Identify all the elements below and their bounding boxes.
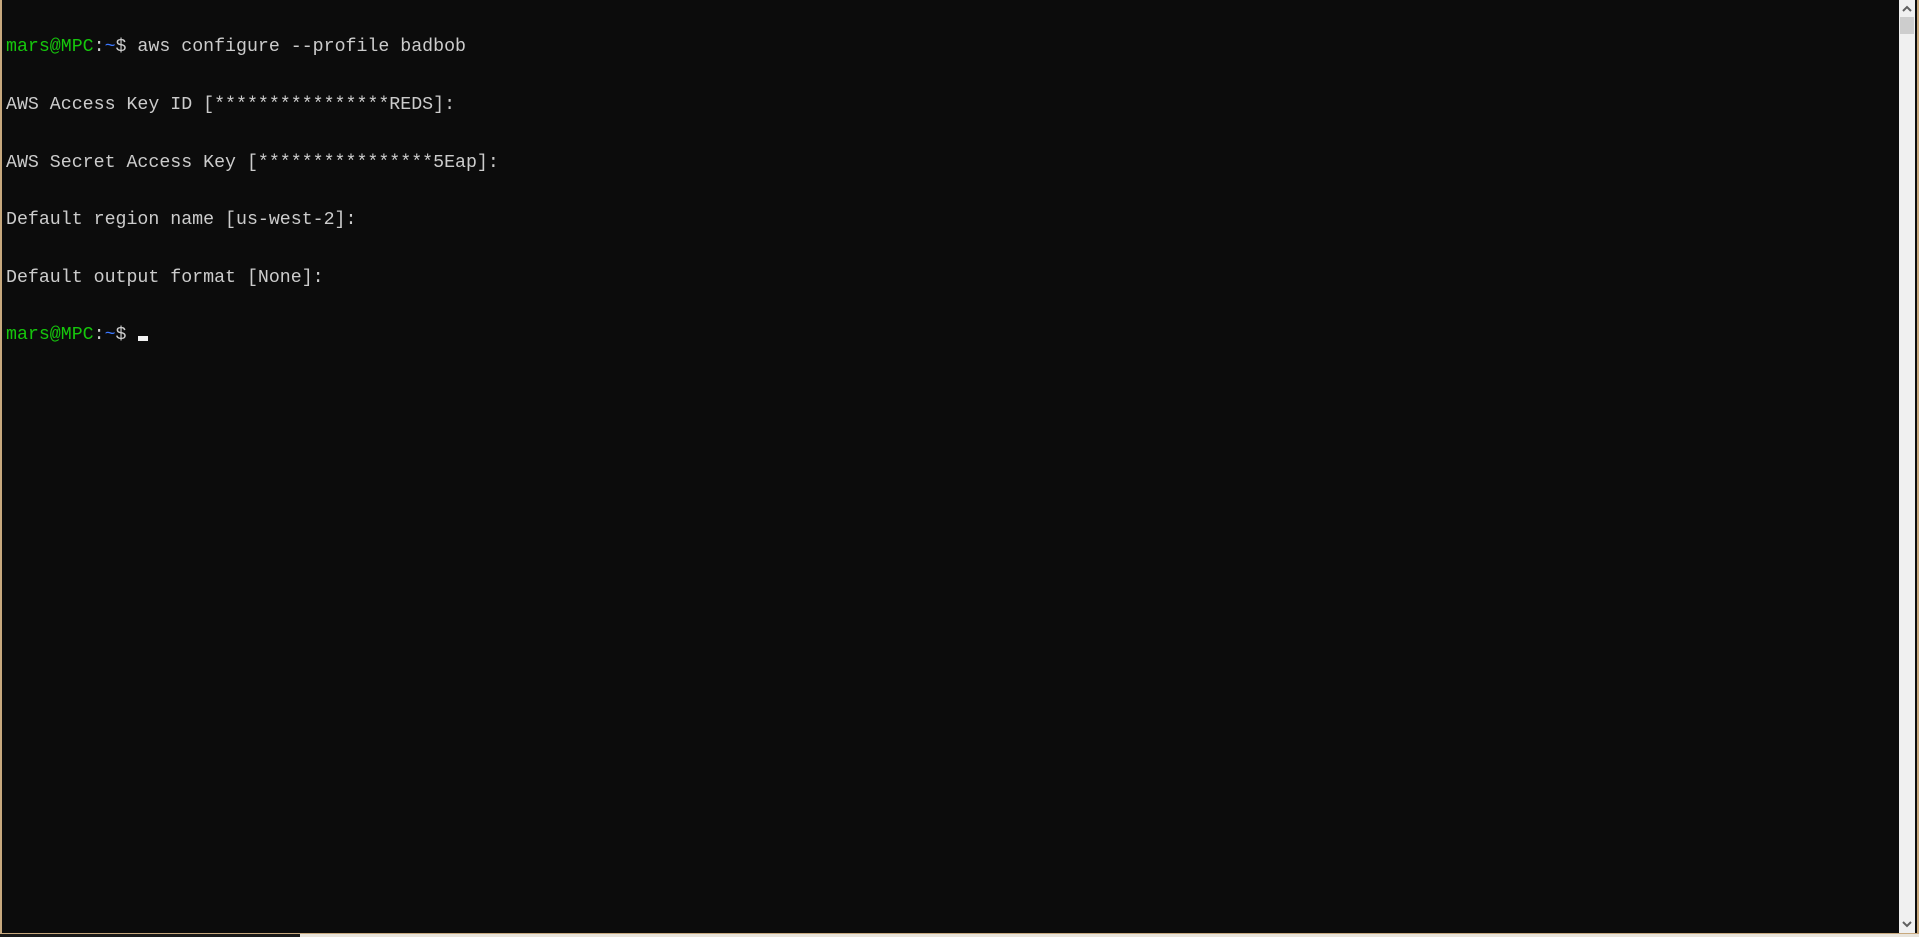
terminal-line-output-format: Default output format [None]: — [6, 267, 324, 288]
chevron-down-icon — [1902, 921, 1912, 928]
terminal-window[interactable]: mars@MPC:~$ aws configure --profile badb… — [0, 0, 1919, 934]
prompt-path: ~ — [104, 37, 116, 58]
text-cursor — [138, 336, 149, 342]
command-text: aws configure --profile badbob — [126, 37, 466, 58]
prompt-user-host: mars@MPC — [6, 37, 94, 58]
prompt-symbol: $ — [115, 37, 127, 58]
terminal-line-secret-key: AWS Secret Access Key [****************5… — [6, 152, 499, 173]
terminal-line-current-prompt[interactable]: mars@MPC:~$ — [6, 326, 1903, 345]
prompt-user-host: mars@MPC — [6, 325, 94, 346]
prompt-path: ~ — [104, 325, 116, 346]
prompt-symbol: $ — [115, 325, 127, 346]
terminal-line-region: Default region name [us-west-2]: — [6, 210, 357, 231]
scrollbar-thumb[interactable] — [1900, 17, 1914, 34]
scroll-down-button[interactable] — [1899, 916, 1915, 933]
scroll-up-button[interactable] — [1899, 0, 1915, 17]
terminal-line-access-key: AWS Access Key ID [****************REDS]… — [6, 95, 456, 115]
vertical-scrollbar[interactable] — [1899, 0, 1915, 933]
command-input[interactable] — [126, 325, 137, 345]
prompt-colon: : — [93, 37, 105, 58]
terminal-line-command: mars@MPC:~$ aws configure --profile badb… — [6, 38, 1903, 57]
prompt-colon: : — [93, 325, 105, 346]
chevron-up-icon — [1902, 5, 1912, 12]
terminal-viewport[interactable]: mars@MPC:~$ aws configure --profile badb… — [4, 0, 1903, 933]
terminal-output: mars@MPC:~$ aws configure --profile badb… — [4, 0, 1903, 384]
